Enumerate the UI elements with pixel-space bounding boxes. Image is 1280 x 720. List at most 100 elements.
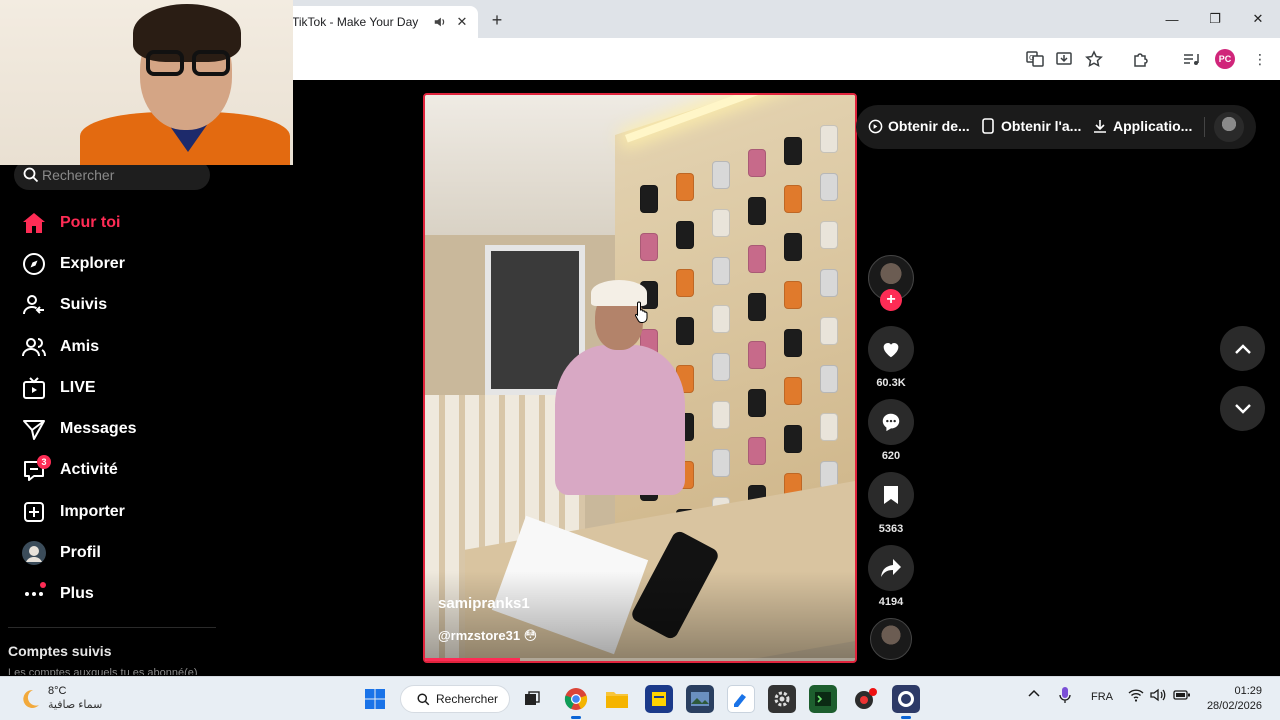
bookmark-icon[interactable] bbox=[868, 472, 914, 518]
download-icon bbox=[1092, 118, 1108, 134]
sidebar-item-label: Amis bbox=[60, 337, 100, 355]
sidebar-item-explorer[interactable]: Explorer bbox=[20, 243, 220, 284]
download-app-button[interactable]: Applicatio... bbox=[1092, 118, 1192, 134]
music-disc-avatar[interactable] bbox=[870, 618, 912, 660]
webcam-glasses-left bbox=[146, 50, 184, 76]
save-action[interactable]: 5363 bbox=[867, 472, 915, 535]
sidebar-item-activite[interactable]: 3 Activité bbox=[20, 450, 220, 491]
sidebar-item-label: Profil bbox=[60, 544, 101, 562]
tool-taskbar-app[interactable] bbox=[768, 685, 796, 713]
moon-icon bbox=[23, 689, 39, 708]
sidebar-item-importer[interactable]: Importer bbox=[20, 491, 220, 532]
photos-taskbar-app[interactable] bbox=[686, 685, 714, 713]
sidebar-item-suivis[interactable]: Suivis bbox=[20, 285, 220, 326]
phone-case-display bbox=[676, 221, 694, 249]
friends-icon bbox=[20, 333, 48, 361]
sidebar-item-amis[interactable]: Amis bbox=[20, 326, 220, 367]
chrome-taskbar-app[interactable] bbox=[562, 685, 590, 713]
language-indicator[interactable]: FRA bbox=[1091, 691, 1113, 703]
previous-video-button[interactable] bbox=[1220, 326, 1265, 371]
volume-icon[interactable] bbox=[1150, 688, 1166, 705]
bookmark-star-icon[interactable] bbox=[1083, 48, 1105, 70]
menu-dots-icon[interactable]: ⋮ bbox=[1249, 48, 1271, 70]
video-progress-bar[interactable] bbox=[425, 658, 855, 661]
user-avatar[interactable] bbox=[1214, 112, 1244, 142]
get-app-button[interactable]: Obtenir l'a... bbox=[980, 118, 1081, 134]
phone-case-display bbox=[784, 233, 802, 261]
video-username[interactable]: samipranks1 bbox=[438, 595, 530, 612]
media-controls-icon[interactable] bbox=[1180, 48, 1202, 70]
editor-taskbar-app[interactable] bbox=[727, 685, 755, 713]
phone-case-display bbox=[712, 401, 730, 429]
speaker-icon[interactable] bbox=[432, 14, 448, 30]
phone-case-display bbox=[712, 353, 730, 381]
sidebar-item-label: Plus bbox=[60, 585, 94, 603]
sidebar-divider bbox=[8, 627, 216, 628]
microphone-button[interactable] bbox=[1058, 686, 1072, 707]
active-app-indicator bbox=[901, 716, 911, 719]
restore-button[interactable]: ❐ bbox=[1193, 6, 1237, 32]
minimize-button[interactable]: — bbox=[1150, 6, 1194, 32]
install-app-icon[interactable] bbox=[1053, 48, 1075, 70]
phone-case-display bbox=[748, 245, 766, 273]
task-view-button[interactable] bbox=[518, 685, 546, 713]
close-window-button[interactable]: ✕ bbox=[1236, 6, 1280, 32]
windows-logo-icon bbox=[365, 689, 385, 709]
app-icon bbox=[652, 692, 666, 706]
terminal-taskbar-app[interactable] bbox=[809, 685, 837, 713]
extensions-icon[interactable] bbox=[1130, 48, 1152, 70]
start-button[interactable] bbox=[361, 685, 389, 713]
file-explorer-taskbar-app[interactable] bbox=[603, 685, 631, 713]
wifi-icon[interactable] bbox=[1128, 688, 1144, 705]
sidebar-item-profil[interactable]: Profil bbox=[20, 532, 220, 573]
phone-case-display bbox=[748, 197, 766, 225]
get-coins-button[interactable]: Obtenir de... bbox=[867, 118, 970, 134]
phone-icon bbox=[980, 118, 996, 134]
video-progress-fill bbox=[425, 658, 520, 661]
comment-icon[interactable] bbox=[868, 399, 914, 445]
translate-icon[interactable]: G bbox=[1024, 48, 1046, 70]
phone-case-display bbox=[748, 149, 766, 177]
taskbar-search[interactable]: Rechercher bbox=[400, 685, 510, 713]
sidebar-item-messages[interactable]: Messages bbox=[20, 408, 220, 449]
sidebar-item-plus[interactable]: Plus bbox=[20, 574, 220, 615]
browser-tab[interactable]: TikTok - Make Your Day ✕ bbox=[282, 6, 478, 38]
profile-avatar[interactable]: PC bbox=[1215, 49, 1235, 69]
phone-case-display bbox=[820, 317, 838, 345]
follow-plus-button[interactable]: + bbox=[880, 289, 902, 311]
sidebar-item-pour-toi[interactable]: Pour toi bbox=[20, 202, 220, 243]
video-scene-person bbox=[555, 345, 685, 495]
weather-widget[interactable]: 8°C سماء صافية bbox=[18, 685, 102, 712]
show-hidden-icons-button[interactable] bbox=[1028, 688, 1040, 701]
phone-case-display bbox=[820, 173, 838, 201]
phone-case-display bbox=[784, 377, 802, 405]
battery-icon[interactable] bbox=[1173, 688, 1191, 705]
obs-taskbar-app[interactable] bbox=[892, 685, 920, 713]
sidebar-item-live[interactable]: LIVE bbox=[20, 367, 220, 408]
heart-icon[interactable] bbox=[868, 326, 914, 372]
new-tab-button[interactable]: + bbox=[486, 9, 508, 31]
video-caption[interactable]: @rmzstore31 😳 bbox=[438, 628, 537, 644]
clock-time: 01:29 bbox=[1234, 685, 1262, 697]
taskbar-search-label: Rechercher bbox=[436, 692, 499, 706]
like-count: 60.3K bbox=[876, 377, 906, 389]
phone-case-display bbox=[676, 269, 694, 297]
calculator-taskbar-app[interactable] bbox=[645, 685, 673, 713]
hand-cursor-icon bbox=[634, 301, 648, 323]
phone-case-display bbox=[784, 137, 802, 165]
phone-case-display bbox=[820, 221, 838, 249]
comment-action[interactable]: 620 bbox=[867, 399, 915, 462]
close-tab-icon[interactable]: ✕ bbox=[454, 14, 470, 30]
sidebar-item-label: Suivis bbox=[60, 296, 108, 314]
phone-case-display bbox=[820, 365, 838, 393]
like-action[interactable]: 60.3K bbox=[867, 326, 915, 389]
next-video-button[interactable] bbox=[1220, 386, 1265, 431]
phone-case-display bbox=[640, 233, 658, 261]
system-clock[interactable]: 01:29 28/02/2026 bbox=[1204, 684, 1262, 714]
sidebar-item-label: LIVE bbox=[60, 378, 96, 396]
sidebar-nav: Pour toi Explorer Suivis Amis LIVE Messa… bbox=[20, 202, 220, 615]
recorder-taskbar-app[interactable] bbox=[851, 685, 879, 713]
share-action[interactable]: 4194 bbox=[867, 545, 915, 608]
video-player[interactable]: samipranks1 @rmzstore31 😳 bbox=[423, 93, 857, 663]
share-arrow-icon[interactable] bbox=[868, 545, 914, 591]
